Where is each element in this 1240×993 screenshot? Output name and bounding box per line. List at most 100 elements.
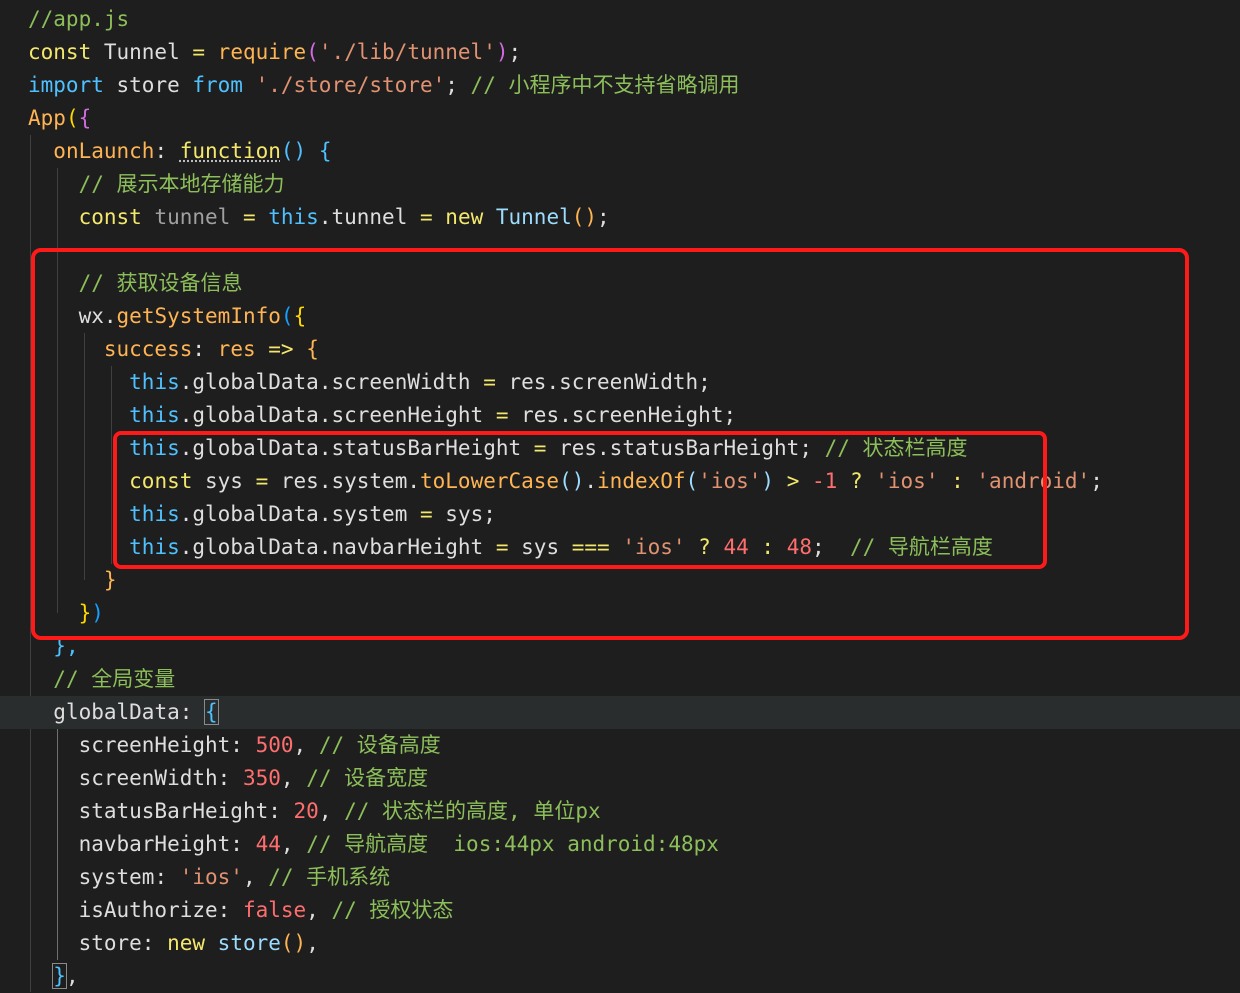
code-token: res <box>521 403 560 427</box>
indentation <box>28 964 53 988</box>
code-token: res <box>559 436 598 460</box>
code-line[interactable]: }) <box>0 597 1240 630</box>
indentation <box>28 931 79 955</box>
code-line[interactable]: //app.js <box>0 3 1240 36</box>
code-token: sys <box>445 502 484 526</box>
code-line[interactable]: this.globalData.system = sys; <box>0 498 1240 531</box>
code-line[interactable]: this.globalData.screenWidth = res.screen… <box>0 366 1240 399</box>
indentation <box>28 172 79 196</box>
code-token: App <box>28 106 66 130</box>
indentation <box>28 667 53 691</box>
code-token: sys <box>205 469 256 493</box>
code-line[interactable]: success: res => { <box>0 333 1240 366</box>
code-token: this <box>129 436 180 460</box>
code-token: const <box>129 469 206 493</box>
code-token: isAuthorize <box>78 898 218 922</box>
code-line[interactable]: App({ <box>0 102 1240 135</box>
code-token: statusBarHeight <box>331 436 534 460</box>
code-token: 48 <box>786 535 812 559</box>
indentation <box>28 700 53 724</box>
code-token: navbarHeight <box>78 832 231 856</box>
code-token: false <box>242 898 307 922</box>
code-token: 44 <box>255 832 281 856</box>
code-line[interactable]: const sys = res.system.toLowerCase().ind… <box>0 465 1240 498</box>
indentation <box>28 139 53 163</box>
code-token: . <box>179 502 193 526</box>
code-line[interactable]: // 展示本地存储能力 <box>0 168 1240 201</box>
code-token: }, <box>53 634 79 658</box>
code-token: screenWidth <box>559 370 699 394</box>
code-token: res <box>508 370 547 394</box>
code-token: . <box>546 370 560 394</box>
code-token: () <box>280 139 319 163</box>
code-token: tunnel <box>154 205 243 229</box>
code-line[interactable]: statusBarHeight: 20, // 状态栏的高度, 单位px <box>0 795 1240 828</box>
code-token: = <box>242 205 269 229</box>
code-token: { <box>204 699 219 725</box>
code-editor[interactable]: //app.js const Tunnel = require('./lib/tu… <box>0 0 1240 992</box>
indentation <box>28 436 129 460</box>
code-token: store <box>116 73 193 97</box>
indentation <box>28 898 79 922</box>
code-token: ; <box>1090 469 1103 493</box>
code-line[interactable]: const Tunnel = require('./lib/tunnel'); <box>0 36 1240 69</box>
code-line[interactable]: onLaunch: function() { <box>0 135 1240 168</box>
code-token: , <box>306 898 332 922</box>
code-token: const <box>78 205 155 229</box>
code-token: = <box>495 403 522 427</box>
indentation <box>28 337 104 361</box>
code-token: -1 <box>812 469 850 493</box>
code-line[interactable]: isAuthorize: false, // 授权状态 <box>0 894 1240 927</box>
code-token: : <box>217 898 243 922</box>
code-token: // 状态栏的高度, 单位px <box>344 799 601 823</box>
code-line[interactable]: } <box>0 564 1240 597</box>
code-token: = <box>495 535 522 559</box>
code-line[interactable]: this.globalData.navbarHeight = sys === '… <box>0 531 1240 564</box>
code-token: () <box>559 469 585 493</box>
code-line[interactable] <box>0 234 1240 267</box>
code-line[interactable]: globalData: { <box>0 696 1240 729</box>
code-token: indexOf <box>597 469 686 493</box>
code-token: './lib/tunnel' <box>318 40 496 64</box>
code-token: Tunnel <box>495 205 572 229</box>
code-line[interactable]: const tunnel = this.tunnel = new Tunnel(… <box>0 201 1240 234</box>
code-token: // 导航栏高度 <box>849 535 993 559</box>
code-token: 'ios' <box>698 469 762 493</box>
code-token: : <box>230 832 256 856</box>
code-token: screenHeight <box>571 403 724 427</box>
code-line[interactable]: system: 'ios', // 手机系统 <box>0 861 1240 894</box>
code-token: , <box>242 865 269 889</box>
code-token: ? <box>698 535 724 559</box>
code-line[interactable]: this.globalData.screenHeight = res.scree… <box>0 399 1240 432</box>
code-token: : <box>192 337 218 361</box>
code-token: ) <box>495 40 509 64</box>
code-token: . <box>407 469 420 493</box>
code-line[interactable]: store: new store(), <box>0 927 1240 960</box>
code-token: = <box>483 370 509 394</box>
code-token: // 小程序中不支持省略调用 <box>470 73 740 97</box>
indentation <box>28 502 129 526</box>
code-token: : <box>179 700 206 724</box>
code-line[interactable]: this.globalData.statusBarHeight = res.st… <box>0 432 1240 465</box>
code-token: screenWidth <box>331 370 484 394</box>
code-line[interactable]: screenWidth: 350, // 设备宽度 <box>0 762 1240 795</box>
code-token: require <box>217 40 307 64</box>
code-line[interactable]: import store from './store/store'; // 小程… <box>0 69 1240 102</box>
code-line[interactable]: // 获取设备信息 <box>0 267 1240 300</box>
code-token: } <box>103 568 117 592</box>
code-line[interactable]: }, <box>0 630 1240 663</box>
code-line[interactable]: }, <box>0 960 1240 993</box>
code-token: . <box>318 469 332 493</box>
code-line[interactable]: wx.getSystemInfo({ <box>0 300 1240 333</box>
code-token: { <box>318 139 332 163</box>
code-line[interactable]: screenHeight: 500, // 设备高度 <box>0 729 1240 762</box>
code-token: navbarHeight <box>331 535 496 559</box>
code-token: this <box>129 535 180 559</box>
code-token: = <box>255 469 281 493</box>
indentation <box>28 865 79 889</box>
code-token: system <box>78 865 155 889</box>
code-line[interactable]: navbarHeight: 44, // 导航高度 ios:44px andro… <box>0 828 1240 861</box>
code-line[interactable]: // 全局变量 <box>0 663 1240 696</box>
code-token: , <box>293 733 319 757</box>
code-token: globalData <box>192 502 319 526</box>
